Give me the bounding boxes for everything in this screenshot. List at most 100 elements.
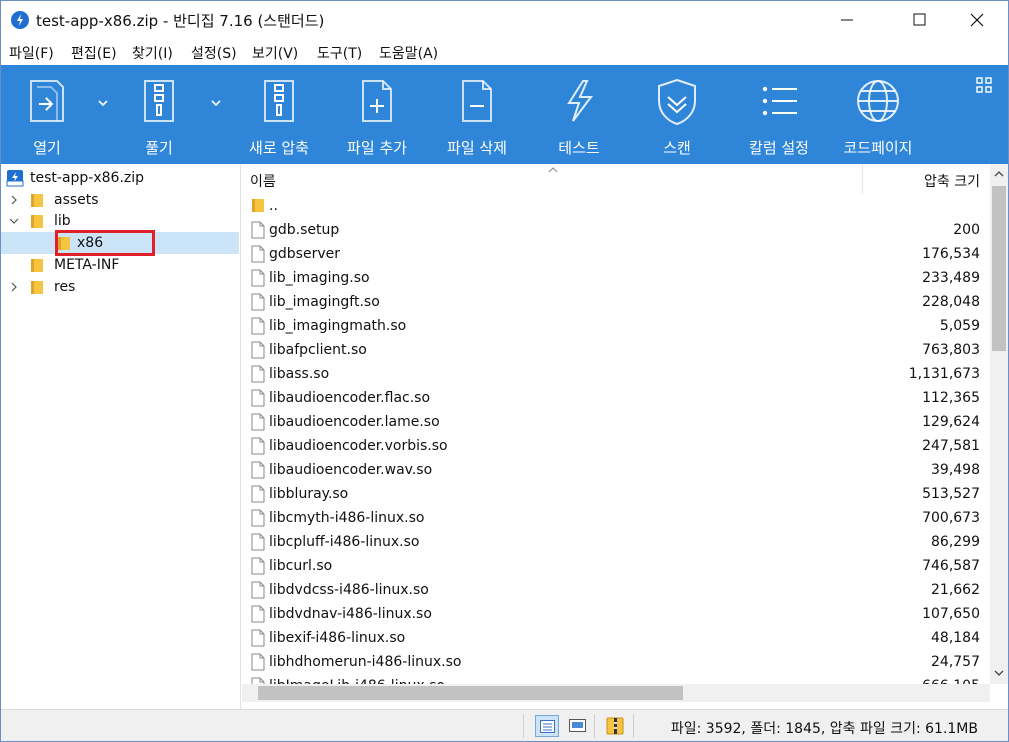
file-row[interactable]: libaudioencoder.wav.so 39,498 [242,458,990,482]
file-icon [251,605,265,623]
test-button[interactable]: 테스트 [541,65,617,164]
sort-ascending-icon [548,167,558,173]
column-header-name[interactable]: 이름 [250,171,276,191]
delete-file-icon [462,80,492,122]
add-file-button[interactable]: 파일 추가 [337,65,417,164]
open-icon [30,80,64,122]
menu-tools[interactable]: 도구(T) [317,43,362,63]
folder-icon [31,281,43,294]
vertical-scrollbar[interactable] [990,164,1008,684]
file-size: 86,299 [931,534,980,550]
file-row[interactable]: libexif-i486-linux.so 48,184 [242,626,990,650]
horizontal-scroll-thumb[interactable] [258,686,683,700]
file-row[interactable]: libcmyth-i486-linux.so 700,673 [242,506,990,530]
file-row[interactable]: libhdhomerun-i486-linux.so 24,757 [242,650,990,674]
file-row[interactable]: libcurl.so 746,587 [242,554,990,578]
file-row[interactable]: gdbserver 176,534 [242,242,990,266]
file-row[interactable]: gdb.setup 200 [242,218,990,242]
title-bar: test-app-x86.zip - 반디집 7.16 (스탠더드) [1,1,1008,39]
scroll-down-icon[interactable] [994,669,1004,677]
column-settings-label: 칼럼 설정 [749,139,809,157]
file-row[interactable]: libass.so 1,131,673 [242,362,990,386]
file-row[interactable]: libdvdnav-i486-linux.so 107,650 [242,602,990,626]
scan-label: 스캔 [663,139,691,157]
menu-file[interactable]: 파일(F) [9,43,54,63]
archive-book-icon [606,717,624,735]
file-name: libafpclient.so [269,342,367,358]
open-dropdown-icon[interactable] [97,99,109,107]
detail-view-button[interactable] [535,715,559,737]
file-name: libass.so [269,366,330,382]
column-header-size[interactable]: 압축 크기 [924,171,980,191]
file-row[interactable]: libcpluff-i486-linux.so 86,299 [242,530,990,554]
chevron-right-icon[interactable] [9,194,19,206]
file-row[interactable]: libaudioencoder.lame.so 129,624 [242,410,990,434]
parent-folder-row[interactable]: .. [242,194,990,218]
file-row[interactable]: libaudioencoder.flac.so 112,365 [242,386,990,410]
status-separator [523,714,524,738]
file-icon [251,653,265,671]
file-icon [251,581,265,599]
file-row[interactable]: libafpclient.so 763,803 [242,338,990,362]
file-icon [251,461,265,479]
menu-view[interactable]: 보기(V) [252,43,298,63]
file-name: libcurl.so [269,558,333,574]
file-name: libaudioencoder.wav.so [269,462,433,478]
file-name: libdvdnav-i486-linux.so [269,606,432,622]
new-archive-label: 새로 압축 [249,139,309,157]
file-size: 1,131,673 [908,366,980,382]
file-icon [251,389,265,407]
file-size: 233,489 [922,270,980,286]
zip-file-icon [6,170,24,187]
scan-button[interactable]: 스캔 [639,65,715,164]
file-size: 107,650 [922,606,980,622]
file-row[interactable]: libaudioencoder.vorbis.so 247,581 [242,434,990,458]
tree-item-meta-inf[interactable]: META-INF [1,254,239,276]
file-row[interactable]: libdvdcss-i486-linux.so 21,662 [242,578,990,602]
preview-view-button[interactable] [566,715,590,737]
list-header: 이름 압축 크기 [242,164,990,194]
lightning-icon [567,80,593,122]
file-name: gdbserver [269,246,340,262]
tree-item-res[interactable]: res [1,276,239,298]
archive-info-button[interactable] [603,715,627,737]
status-separator [633,714,634,738]
file-size: 746,587 [922,558,980,574]
extract-button[interactable]: 풀기 [121,65,197,164]
tree-root[interactable]: test-app-x86.zip [1,167,239,189]
maximize-button[interactable] [897,1,943,39]
column-settings-button[interactable]: 칼럼 설정 [737,65,821,164]
close-button[interactable] [954,1,1000,39]
open-button[interactable]: 열기 [9,65,85,164]
column-divider[interactable] [862,164,863,194]
tree-item-assets[interactable]: assets [1,189,239,211]
chevron-down-icon[interactable] [8,215,20,227]
new-archive-button[interactable]: 새로 압축 [239,65,319,164]
file-rows: .. gdb.setup 200 gdbserver 176,534 lib_imagi… [242,194,990,698]
file-size: 200 [953,222,980,238]
toolbar: 열기 풀기 새로 압축 파일 추가 파일 삭제 테스트 스캔 칼럼 설정 코드페… [1,65,1008,164]
vertical-scroll-thumb[interactable] [992,186,1006,351]
tree-item-lib[interactable]: lib [1,210,239,232]
menu-help[interactable]: 도움말(A) [379,43,438,63]
file-row[interactable]: lib_imagingft.so 228,048 [242,290,990,314]
file-row[interactable]: lib_imaging.so 233,489 [242,266,990,290]
code-page-button[interactable]: 코드페이지 [835,65,921,164]
file-name: .. [269,198,278,214]
file-row[interactable]: lib_imagingmath.so 5,059 [242,314,990,338]
scroll-up-icon[interactable] [994,170,1004,178]
layout-grid-icon[interactable] [976,77,992,93]
chevron-right-icon[interactable] [9,281,19,293]
file-size: 48,184 [931,630,980,646]
minimize-button[interactable] [824,1,870,39]
horizontal-scrollbar[interactable] [242,684,990,702]
menu-settings[interactable]: 설정(S) [191,43,237,63]
file-icon [251,437,265,455]
file-icon [251,533,265,551]
file-row[interactable]: libbluray.so 513,527 [242,482,990,506]
menu-find[interactable]: 찾기(I) [132,43,173,63]
menu-edit[interactable]: 편집(E) [71,43,117,63]
status-bar: 파일: 3592, 폴더: 1845, 압축 파일 크기: 61.1MB [1,709,1008,741]
delete-file-button[interactable]: 파일 삭제 [437,65,517,164]
extract-dropdown-icon[interactable] [210,99,222,107]
